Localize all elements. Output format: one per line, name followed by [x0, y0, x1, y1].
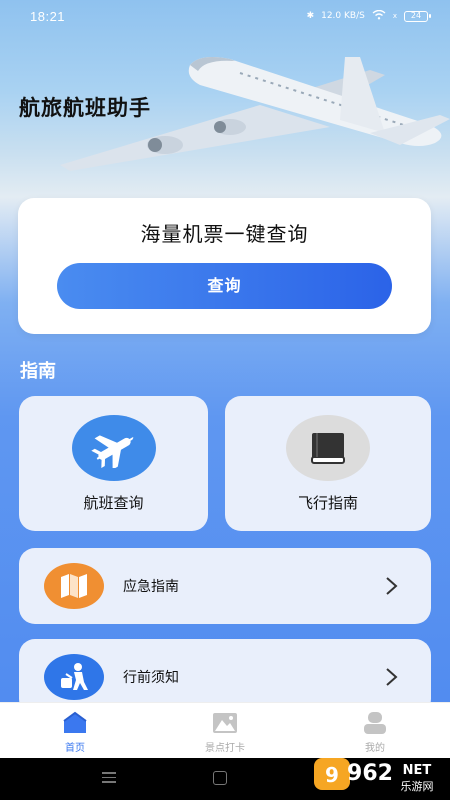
network-speed: 12.0 KB/S — [321, 11, 365, 21]
battery-icon: 24 — [404, 10, 431, 22]
site-watermark: 9 962 NET 乐游网 — [312, 752, 442, 796]
tab-home-label: 首页 — [65, 743, 85, 754]
search-button[interactable]: 查询 — [57, 263, 392, 309]
app-title: 航旅航班助手 — [19, 96, 151, 120]
airplane-icon — [71, 415, 156, 481]
flight-query-card[interactable]: 航班查询 — [19, 396, 208, 531]
svg-text:9: 9 — [325, 763, 339, 787]
emergency-guide-label: 应急指南 — [123, 579, 179, 595]
bluetooth-icon: ✱ — [306, 11, 315, 21]
watermark-number: 962 — [347, 761, 393, 786]
search-card: 海量机票一键查询 查询 — [18, 198, 431, 334]
app-screen: 航旅航班助手 18:21 ✱ 12.0 KB/S x 24 海量机票一键查询 查… — [0, 0, 450, 758]
chevron-right-icon — [386, 668, 398, 686]
guide-section-title: 指南 — [20, 361, 56, 382]
bottom-tab-bar: 首页 景点打卡 我的 — [0, 702, 450, 758]
pre-travel-notes-label: 行前须知 — [123, 670, 179, 686]
traveler-icon — [44, 654, 104, 700]
signal-icon: x — [392, 12, 397, 20]
recent-apps-button[interactable] — [102, 772, 116, 786]
search-card-title: 海量机票一键查询 — [140, 222, 309, 246]
flight-guide-card[interactable]: 飞行指南 — [225, 396, 431, 531]
status-time: 18:21 — [30, 8, 66, 24]
book-icon — [286, 415, 370, 481]
watermark-text: 乐游网 — [401, 780, 434, 793]
user-icon — [364, 712, 386, 734]
wifi-icon — [372, 9, 386, 23]
chevron-right-icon — [386, 577, 398, 595]
emergency-guide-item[interactable]: 应急指南 — [19, 548, 431, 624]
watermark-logo: 9 962 NET 乐游网 — [314, 758, 434, 793]
tab-profile[interactable]: 我的 — [300, 703, 450, 758]
mountain-icon — [213, 713, 237, 733]
tab-attractions[interactable]: 景点打卡 — [150, 703, 300, 758]
hero-banner: 航旅航班助手 — [0, 0, 450, 230]
flight-query-label: 航班查询 — [83, 494, 144, 512]
tab-attractions-label: 景点打卡 — [205, 743, 245, 754]
status-bar: 18:21 ✱ 12.0 KB/S x 24 — [0, 0, 450, 32]
flight-guide-label: 飞行指南 — [297, 494, 358, 512]
home-icon — [63, 711, 87, 733]
home-button[interactable] — [213, 771, 227, 785]
tab-home[interactable]: 首页 — [0, 703, 150, 758]
status-icons: ✱ 12.0 KB/S x 24 — [306, 9, 431, 23]
map-icon — [44, 563, 104, 609]
watermark-suffix: NET — [403, 763, 432, 778]
